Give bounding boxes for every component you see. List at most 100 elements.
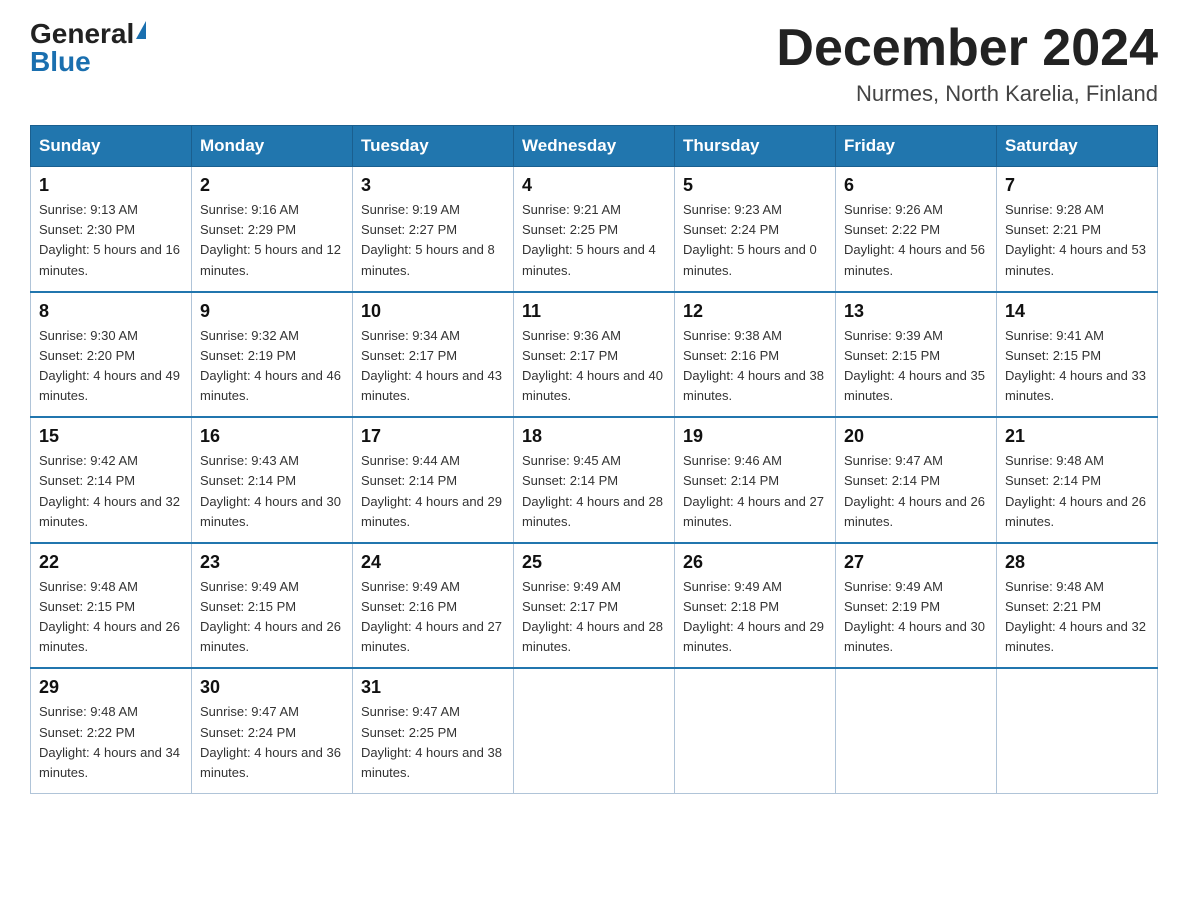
day-number: 30 (200, 677, 344, 698)
day-info: Sunrise: 9:47 AMSunset: 2:14 PMDaylight:… (844, 453, 985, 528)
day-info: Sunrise: 9:48 AMSunset: 2:15 PMDaylight:… (39, 579, 180, 654)
table-row: 5 Sunrise: 9:23 AMSunset: 2:24 PMDayligh… (675, 167, 836, 292)
table-row: 3 Sunrise: 9:19 AMSunset: 2:27 PMDayligh… (353, 167, 514, 292)
day-number: 15 (39, 426, 183, 447)
day-info: Sunrise: 9:46 AMSunset: 2:14 PMDaylight:… (683, 453, 824, 528)
logo-blue-text: Blue (30, 48, 91, 76)
table-row: 21 Sunrise: 9:48 AMSunset: 2:14 PMDaylig… (997, 417, 1158, 543)
table-row: 24 Sunrise: 9:49 AMSunset: 2:16 PMDaylig… (353, 543, 514, 669)
table-row: 19 Sunrise: 9:46 AMSunset: 2:14 PMDaylig… (675, 417, 836, 543)
day-info: Sunrise: 9:26 AMSunset: 2:22 PMDaylight:… (844, 202, 985, 277)
day-number: 12 (683, 301, 827, 322)
table-row: 26 Sunrise: 9:49 AMSunset: 2:18 PMDaylig… (675, 543, 836, 669)
calendar-week-row: 29 Sunrise: 9:48 AMSunset: 2:22 PMDaylig… (31, 668, 1158, 793)
day-info: Sunrise: 9:49 AMSunset: 2:16 PMDaylight:… (361, 579, 502, 654)
day-info: Sunrise: 9:49 AMSunset: 2:19 PMDaylight:… (844, 579, 985, 654)
table-row: 29 Sunrise: 9:48 AMSunset: 2:22 PMDaylig… (31, 668, 192, 793)
day-info: Sunrise: 9:13 AMSunset: 2:30 PMDaylight:… (39, 202, 180, 277)
title-block: December 2024 Nurmes, North Karelia, Fin… (776, 20, 1158, 107)
day-number: 10 (361, 301, 505, 322)
day-number: 26 (683, 552, 827, 573)
table-row: 6 Sunrise: 9:26 AMSunset: 2:22 PMDayligh… (836, 167, 997, 292)
table-row: 23 Sunrise: 9:49 AMSunset: 2:15 PMDaylig… (192, 543, 353, 669)
day-info: Sunrise: 9:32 AMSunset: 2:19 PMDaylight:… (200, 328, 341, 403)
table-row: 16 Sunrise: 9:43 AMSunset: 2:14 PMDaylig… (192, 417, 353, 543)
day-number: 31 (361, 677, 505, 698)
table-row: 10 Sunrise: 9:34 AMSunset: 2:17 PMDaylig… (353, 292, 514, 418)
table-row: 20 Sunrise: 9:47 AMSunset: 2:14 PMDaylig… (836, 417, 997, 543)
day-number: 7 (1005, 175, 1149, 196)
day-number: 29 (39, 677, 183, 698)
day-number: 25 (522, 552, 666, 573)
day-info: Sunrise: 9:47 AMSunset: 2:25 PMDaylight:… (361, 704, 502, 779)
table-row: 2 Sunrise: 9:16 AMSunset: 2:29 PMDayligh… (192, 167, 353, 292)
table-row: 1 Sunrise: 9:13 AMSunset: 2:30 PMDayligh… (31, 167, 192, 292)
calendar-week-row: 1 Sunrise: 9:13 AMSunset: 2:30 PMDayligh… (31, 167, 1158, 292)
day-number: 21 (1005, 426, 1149, 447)
table-row: 17 Sunrise: 9:44 AMSunset: 2:14 PMDaylig… (353, 417, 514, 543)
day-number: 23 (200, 552, 344, 573)
day-number: 27 (844, 552, 988, 573)
day-info: Sunrise: 9:30 AMSunset: 2:20 PMDaylight:… (39, 328, 180, 403)
table-row (836, 668, 997, 793)
day-info: Sunrise: 9:42 AMSunset: 2:14 PMDaylight:… (39, 453, 180, 528)
day-number: 16 (200, 426, 344, 447)
day-number: 13 (844, 301, 988, 322)
day-info: Sunrise: 9:44 AMSunset: 2:14 PMDaylight:… (361, 453, 502, 528)
calendar-week-row: 15 Sunrise: 9:42 AMSunset: 2:14 PMDaylig… (31, 417, 1158, 543)
day-info: Sunrise: 9:16 AMSunset: 2:29 PMDaylight:… (200, 202, 341, 277)
day-number: 9 (200, 301, 344, 322)
table-row: 31 Sunrise: 9:47 AMSunset: 2:25 PMDaylig… (353, 668, 514, 793)
table-row: 4 Sunrise: 9:21 AMSunset: 2:25 PMDayligh… (514, 167, 675, 292)
col-wednesday: Wednesday (514, 126, 675, 167)
calendar-week-row: 22 Sunrise: 9:48 AMSunset: 2:15 PMDaylig… (31, 543, 1158, 669)
day-number: 24 (361, 552, 505, 573)
day-info: Sunrise: 9:38 AMSunset: 2:16 PMDaylight:… (683, 328, 824, 403)
day-number: 17 (361, 426, 505, 447)
col-saturday: Saturday (997, 126, 1158, 167)
table-row: 28 Sunrise: 9:48 AMSunset: 2:21 PMDaylig… (997, 543, 1158, 669)
day-info: Sunrise: 9:47 AMSunset: 2:24 PMDaylight:… (200, 704, 341, 779)
day-number: 5 (683, 175, 827, 196)
table-row: 8 Sunrise: 9:30 AMSunset: 2:20 PMDayligh… (31, 292, 192, 418)
day-info: Sunrise: 9:34 AMSunset: 2:17 PMDaylight:… (361, 328, 502, 403)
month-title: December 2024 (776, 20, 1158, 77)
day-number: 11 (522, 301, 666, 322)
logo-triangle-icon (136, 21, 146, 39)
page-header: General Blue December 2024 Nurmes, North… (30, 20, 1158, 107)
day-number: 28 (1005, 552, 1149, 573)
day-number: 6 (844, 175, 988, 196)
table-row: 11 Sunrise: 9:36 AMSunset: 2:17 PMDaylig… (514, 292, 675, 418)
table-row (514, 668, 675, 793)
day-info: Sunrise: 9:49 AMSunset: 2:17 PMDaylight:… (522, 579, 663, 654)
day-info: Sunrise: 9:19 AMSunset: 2:27 PMDaylight:… (361, 202, 495, 277)
day-info: Sunrise: 9:23 AMSunset: 2:24 PMDaylight:… (683, 202, 817, 277)
day-info: Sunrise: 9:48 AMSunset: 2:21 PMDaylight:… (1005, 579, 1146, 654)
logo: General Blue (30, 20, 146, 76)
table-row (675, 668, 836, 793)
table-row: 14 Sunrise: 9:41 AMSunset: 2:15 PMDaylig… (997, 292, 1158, 418)
day-number: 3 (361, 175, 505, 196)
calendar-table: Sunday Monday Tuesday Wednesday Thursday… (30, 125, 1158, 794)
day-number: 8 (39, 301, 183, 322)
day-info: Sunrise: 9:49 AMSunset: 2:15 PMDaylight:… (200, 579, 341, 654)
col-monday: Monday (192, 126, 353, 167)
table-row: 18 Sunrise: 9:45 AMSunset: 2:14 PMDaylig… (514, 417, 675, 543)
table-row: 27 Sunrise: 9:49 AMSunset: 2:19 PMDaylig… (836, 543, 997, 669)
location-title: Nurmes, North Karelia, Finland (776, 81, 1158, 107)
col-tuesday: Tuesday (353, 126, 514, 167)
table-row (997, 668, 1158, 793)
day-info: Sunrise: 9:43 AMSunset: 2:14 PMDaylight:… (200, 453, 341, 528)
calendar-week-row: 8 Sunrise: 9:30 AMSunset: 2:20 PMDayligh… (31, 292, 1158, 418)
day-number: 19 (683, 426, 827, 447)
day-number: 18 (522, 426, 666, 447)
day-info: Sunrise: 9:49 AMSunset: 2:18 PMDaylight:… (683, 579, 824, 654)
day-number: 1 (39, 175, 183, 196)
day-number: 2 (200, 175, 344, 196)
table-row: 12 Sunrise: 9:38 AMSunset: 2:16 PMDaylig… (675, 292, 836, 418)
day-info: Sunrise: 9:48 AMSunset: 2:14 PMDaylight:… (1005, 453, 1146, 528)
table-row: 15 Sunrise: 9:42 AMSunset: 2:14 PMDaylig… (31, 417, 192, 543)
col-sunday: Sunday (31, 126, 192, 167)
table-row: 25 Sunrise: 9:49 AMSunset: 2:17 PMDaylig… (514, 543, 675, 669)
day-number: 14 (1005, 301, 1149, 322)
